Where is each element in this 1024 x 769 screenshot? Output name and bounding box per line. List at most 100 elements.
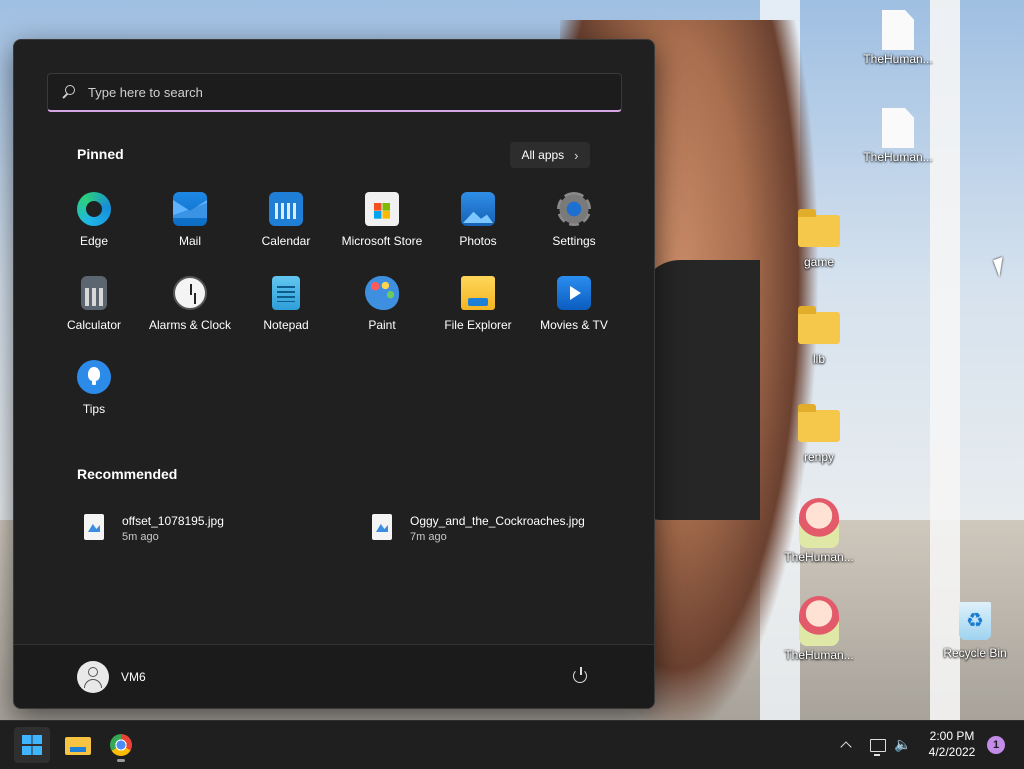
calculator-icon: [81, 276, 107, 310]
app-label: Paint: [368, 318, 396, 332]
search-box[interactable]: Type here to search: [47, 73, 622, 112]
all-apps-button[interactable]: All apps ›: [510, 142, 590, 168]
image-file-icon: [372, 514, 392, 540]
lightbulb-icon: [77, 360, 111, 394]
pinned-title: Pinned: [77, 146, 124, 162]
volume-icon[interactable]: 🔈: [894, 721, 914, 769]
pinned-app-calculator[interactable]: Calculator: [46, 272, 142, 356]
desktop-icon-label: TheHuman...: [784, 550, 854, 564]
pinned-app-edge[interactable]: Edge: [46, 188, 142, 272]
pinned-app-alarms-clock[interactable]: Alarms & Clock: [142, 272, 238, 356]
app-label: Calendar: [261, 234, 311, 248]
app-label: Notepad: [263, 318, 309, 332]
avatar: [77, 661, 109, 693]
recommended-file-name: offset_1078195.jpg: [122, 514, 224, 528]
image-file-icon: [84, 514, 104, 540]
pinned-app-mail[interactable]: Mail: [142, 188, 238, 272]
folder-icon: [798, 404, 840, 442]
paint-palette-icon: [365, 276, 399, 310]
folder-icon: [798, 209, 840, 247]
search-icon: [62, 85, 76, 99]
desktop-icon-label: TheHuman...: [784, 648, 854, 662]
system-clock[interactable]: 2:00 PM 4/2/2022: [918, 728, 986, 760]
folder-icon: [461, 276, 495, 310]
windows-logo-icon: [22, 735, 42, 755]
recycle-bin-icon: ♻: [959, 602, 991, 640]
app-label: Movies & TV: [540, 318, 608, 332]
app-label: Alarms & Clock: [148, 318, 231, 332]
taskbar-chrome[interactable]: [103, 727, 139, 763]
network-icon[interactable]: [870, 721, 888, 769]
user-account-button[interactable]: VM6: [77, 661, 146, 693]
search-input[interactable]: Type here to search: [88, 85, 203, 100]
pinned-app-paint[interactable]: Paint: [334, 272, 430, 356]
pinned-apps-grid: Edge Mail Calendar Microsoft Store Photo…: [46, 188, 622, 440]
mail-icon: [173, 192, 207, 226]
recommended-item[interactable]: offset_1078195.jpg 5m ago: [84, 514, 224, 543]
chevron-right-icon: ›: [574, 147, 579, 163]
recommended-item[interactable]: Oggy_and_the_Cockroaches.jpg 7m ago: [372, 514, 585, 543]
desktop-icon-folder-renpy[interactable]: renpy: [777, 404, 861, 464]
desktop-icon-app[interactable]: TheHuman...: [777, 596, 861, 662]
notification-badge[interactable]: 1: [987, 736, 1005, 754]
desktop-icon-label: Recycle Bin: [943, 646, 1007, 660]
anime-character-icon: [799, 498, 839, 548]
pinned-app-microsoft-store[interactable]: Microsoft Store: [334, 188, 430, 272]
desktop-icon-label: game: [803, 255, 835, 269]
running-indicator: [117, 759, 125, 762]
desktop-icon-app[interactable]: TheHuman...: [777, 498, 861, 564]
photos-icon: [461, 192, 495, 226]
pinned-app-tips[interactable]: Tips: [46, 356, 142, 440]
app-label: Settings: [552, 234, 596, 248]
store-icon: [365, 192, 399, 226]
taskbar: 🔈 2:00 PM 4/2/2022 1: [0, 720, 1024, 769]
desktop-icon-label: TheHuman...: [863, 52, 933, 66]
start-menu-footer: VM6: [14, 644, 654, 708]
document-icon: [882, 10, 914, 50]
clock-time: 2:00 PM: [929, 729, 975, 743]
edge-icon: [77, 192, 111, 226]
document-icon: [882, 108, 914, 148]
show-hidden-icons-chevron-up-icon[interactable]: [842, 721, 858, 769]
pinned-app-photos[interactable]: Photos: [430, 188, 526, 272]
app-label: Edge: [79, 234, 109, 248]
notepad-icon: [272, 276, 300, 310]
taskbar-file-explorer[interactable]: [59, 727, 95, 763]
app-label: File Explorer: [444, 318, 512, 332]
anime-character-icon: [799, 596, 839, 646]
clock-icon: [173, 276, 207, 310]
user-name: VM6: [121, 670, 146, 684]
all-apps-label: All apps: [521, 148, 565, 162]
app-label: Photos: [459, 234, 497, 248]
pinned-app-file-explorer[interactable]: File Explorer: [430, 272, 526, 356]
desktop-icon-folder-game[interactable]: game: [777, 209, 861, 269]
recommended-file-time: 7m ago: [410, 531, 447, 543]
desktop-icon-document[interactable]: TheHuman...: [856, 108, 940, 164]
gear-icon: [557, 192, 591, 226]
clock-date: 4/2/2022: [928, 745, 976, 759]
recommended-file-time: 5m ago: [122, 531, 159, 543]
app-label: Tips: [82, 402, 106, 416]
pinned-app-calendar[interactable]: Calendar: [238, 188, 334, 272]
app-label: Calculator: [66, 318, 122, 332]
desktop-icon-recycle-bin[interactable]: ♻ Recycle Bin: [933, 602, 1017, 660]
recommended-file-name: Oggy_and_the_Cockroaches.jpg: [410, 514, 585, 528]
pinned-app-movies-tv[interactable]: Movies & TV: [526, 272, 622, 356]
folder-icon: [65, 737, 91, 755]
desktop-icon-label: TheHuman...: [863, 150, 933, 164]
pinned-app-notepad[interactable]: Notepad: [238, 272, 334, 356]
play-icon: [557, 276, 591, 310]
desktop-icon-document[interactable]: TheHuman...: [856, 10, 940, 66]
start-button[interactable]: [14, 727, 50, 763]
recommended-title: Recommended: [77, 466, 178, 482]
start-menu: Type here to search Pinned All apps › Ed…: [13, 39, 655, 709]
pinned-app-settings[interactable]: Settings: [526, 188, 622, 272]
folder-icon: [798, 306, 840, 344]
app-label: Microsoft Store: [341, 234, 423, 248]
chrome-icon: [110, 734, 132, 756]
desktop-icon-label: lib: [812, 352, 825, 366]
calendar-icon: [269, 192, 303, 226]
desktop-icon-folder-lib[interactable]: lib: [777, 306, 861, 366]
power-icon[interactable]: [572, 667, 590, 685]
desktop-icon-label: renpy: [803, 450, 835, 464]
